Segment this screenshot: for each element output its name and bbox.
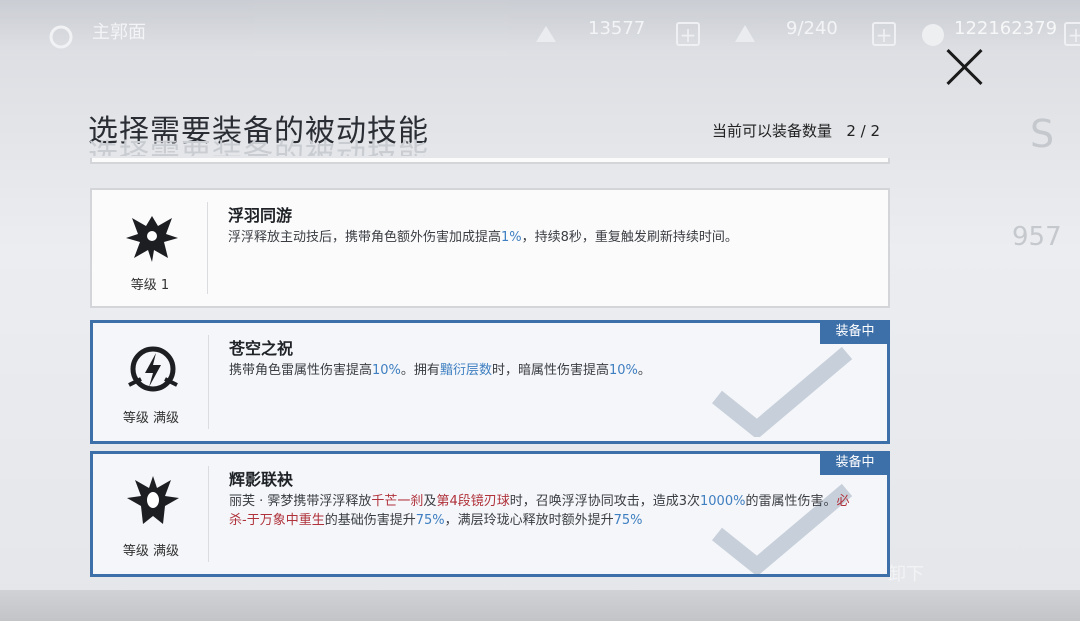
skill-card-partial xyxy=(90,158,890,164)
skill-name: 浮羽同游 xyxy=(228,206,293,225)
skill-level: 等级 1 xyxy=(130,278,170,293)
equip-count: 当前可以装备数量 2 / 2 xyxy=(712,120,880,141)
skill-name: 辉影联袂 xyxy=(229,470,294,489)
skill-card-fuyu[interactable]: 等级 1 浮羽同游 浮浮释放主动技后，携带角色额外伤害加成提高1%，持续8秒，重… xyxy=(90,188,890,308)
skill-description: 丽芙 · 霁梦携带浮浮释放千芒一刹及第4段镜刃球时，召唤浮浮协同攻击，造成3次1… xyxy=(229,494,850,528)
settings-ring-icon xyxy=(49,25,73,49)
currency-coin-icon xyxy=(922,24,944,46)
equipped-badge: 装备中 xyxy=(820,451,890,475)
hud-stamina: 13577 xyxy=(588,18,646,39)
ghost-number: 957 xyxy=(1012,222,1062,252)
dialog-title-reflection: 选择需要装备的被动技能 xyxy=(88,138,429,156)
skill-description: 携带角色雷属性伤害提高10%。拥有黯衍层数时，暗属性伤害提高10%。 xyxy=(229,363,651,378)
skill-description: 浮浮释放主动技后，携带角色额外伤害加成提高1%，持续8秒，重复触发刷新持续时间。 xyxy=(228,230,738,245)
crested-beast-icon xyxy=(127,476,179,524)
skill-icon-area: 等级 满级 xyxy=(93,454,209,574)
hud-currency: 122162379 xyxy=(954,18,1058,39)
skill-card-cangkong[interactable]: 等级 满级 装备中 苍空之祝 携带角色雷属性伤害提高10%。拥有黯衍层数时，暗属… xyxy=(90,320,890,444)
bottom-background-strip xyxy=(0,590,1080,621)
close-icon[interactable] xyxy=(944,46,986,88)
hud-left-label: 主郭面 xyxy=(92,22,146,43)
ghost-unequip-button: 卸下 xyxy=(888,564,924,585)
skill-name: 苍空之祝 xyxy=(229,339,294,358)
ghost-rank: S xyxy=(1030,112,1055,156)
equipped-badge: 装备中 xyxy=(820,320,890,344)
equip-count-value: 2 / 2 xyxy=(846,122,881,140)
capacity-icon xyxy=(735,25,755,42)
hud-capacity: 9/240 xyxy=(786,18,838,39)
skill-icon-area: 等级 1 xyxy=(92,190,208,306)
add-stamina-button[interactable]: + xyxy=(676,22,700,46)
stamina-icon xyxy=(536,26,556,42)
add-currency-button[interactable]: + xyxy=(1064,22,1080,46)
skill-list[interactable]: 等级 1 浮羽同游 浮浮释放主动技后，携带角色额外伤害加成提高1%，持续8秒，重… xyxy=(90,158,890,583)
skill-card-huiying[interactable]: 等级 满级 装备中 辉影联袂 丽芙 · 霁梦携带浮浮释放千芒一刹及第4段镜刃球时… xyxy=(90,451,890,577)
winged-creature-icon xyxy=(126,216,178,262)
skill-level: 等级 满级 xyxy=(122,411,180,426)
add-capacity-button[interactable]: + xyxy=(872,22,896,46)
lightning-emblem-icon xyxy=(128,346,178,392)
top-hud: 主郭面 13577 + 9/240 + 122162379 + xyxy=(0,0,1080,56)
skill-level: 等级 满级 xyxy=(122,544,180,559)
game-screen: 主郭面 13577 + 9/240 + 122162379 + S 957 卸下… xyxy=(0,0,1080,621)
equip-count-label: 当前可以装备数量 xyxy=(712,122,833,140)
skill-icon-area: 等级 满级 xyxy=(93,323,209,441)
